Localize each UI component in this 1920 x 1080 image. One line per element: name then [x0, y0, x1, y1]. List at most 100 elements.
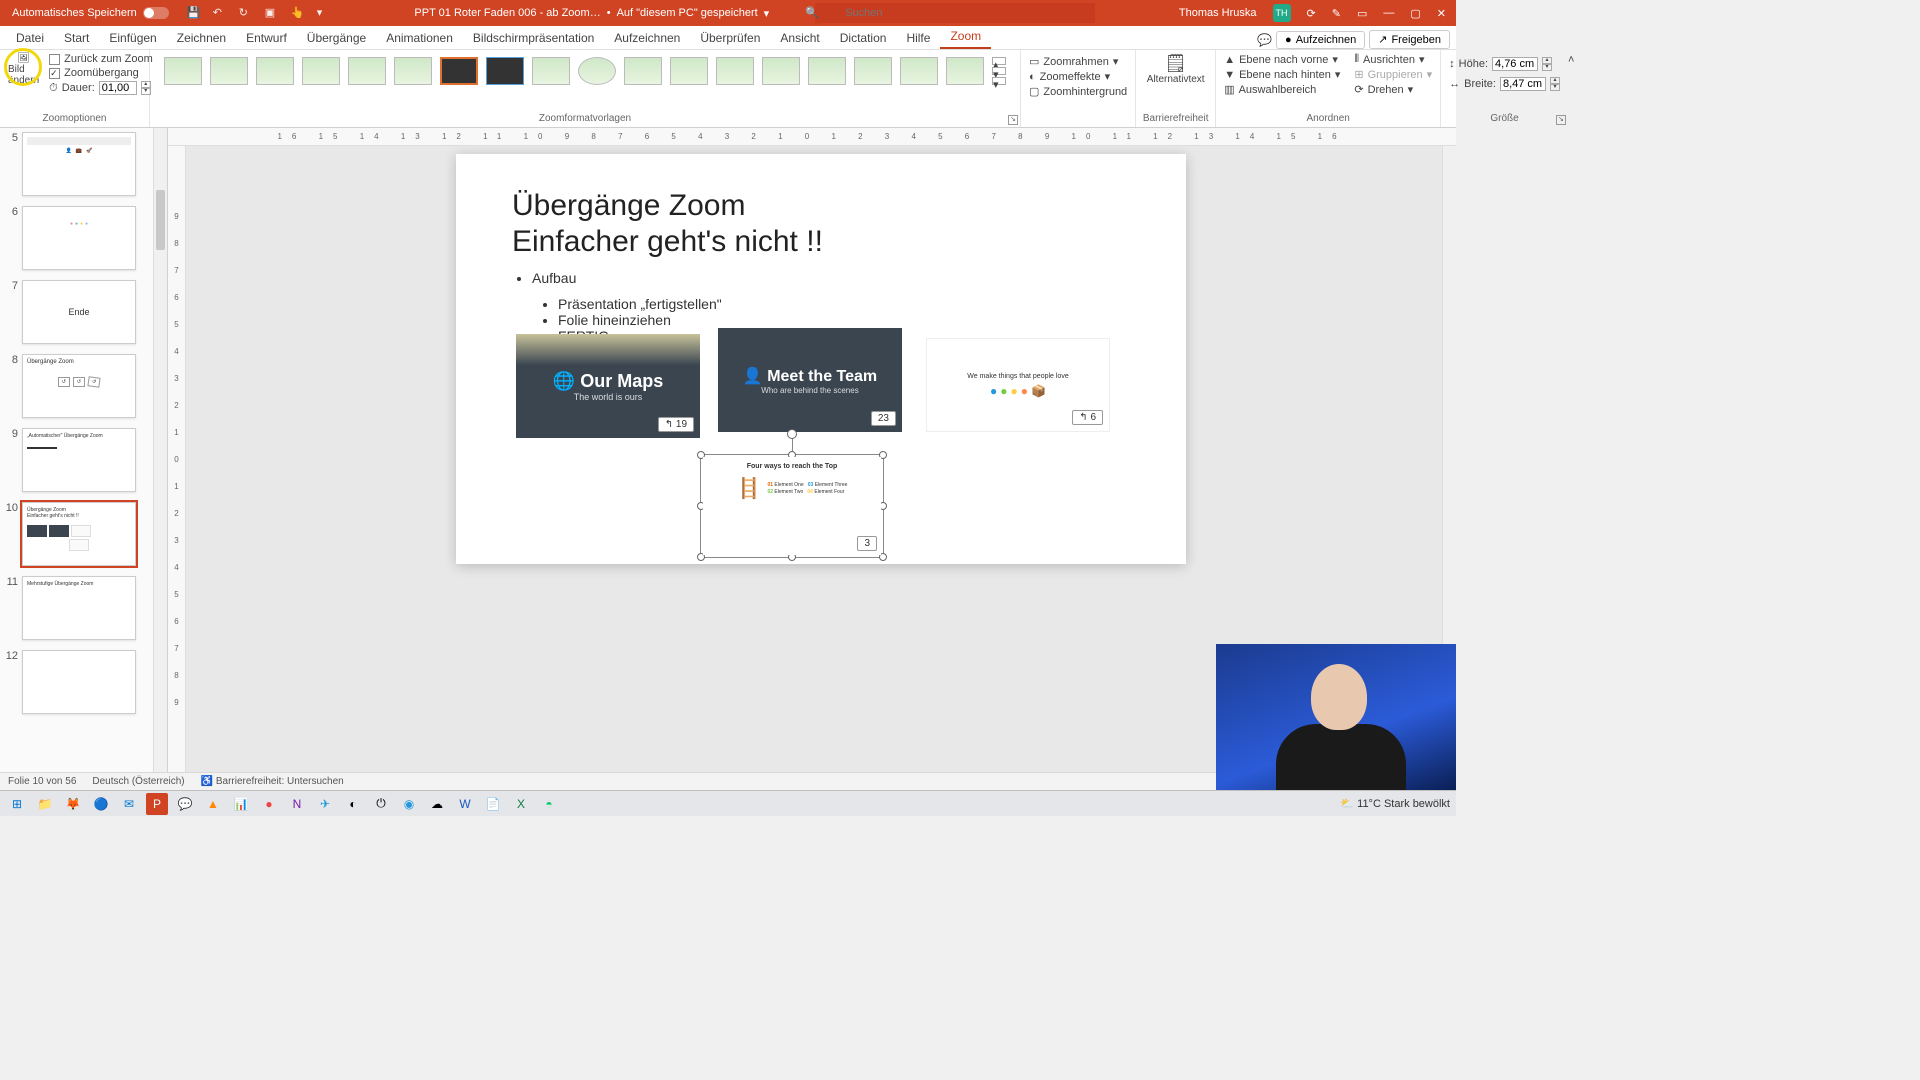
share-button[interactable]: ↗ Freigeben — [1369, 30, 1450, 49]
search-input[interactable] — [815, 3, 1095, 23]
tab-datei[interactable]: Datei — [6, 27, 54, 49]
telegram-icon[interactable]: ✈ — [314, 793, 336, 815]
slide-thumb-9[interactable]: „Automatischer" Übergänge Zoom — [22, 428, 136, 492]
chrome-icon[interactable]: 🔵 — [90, 793, 112, 815]
slide-thumb-10[interactable]: Übergänge ZoomEinfacher geht's nicht !! — [22, 502, 136, 566]
window-layout-icon[interactable]: ▭ — [1357, 7, 1367, 20]
accessibility-check[interactable]: ♿ Barrierefreiheit: Untersuchen — [201, 776, 344, 787]
outlook-icon[interactable]: ✉ — [118, 793, 140, 815]
dialog-launcher-icon[interactable]: ↘ — [1008, 115, 1018, 125]
zoom-style-16[interactable] — [854, 57, 892, 85]
slide-thumb-6[interactable]: ●●●● — [22, 206, 136, 270]
start-button[interactable]: ⊞ — [6, 793, 28, 815]
undo-icon[interactable]: ↶ — [213, 6, 227, 20]
tab-einfuegen[interactable]: Einfügen — [99, 27, 166, 49]
collapse-ribbon-button[interactable]: ˄ — [1568, 50, 1574, 127]
tab-aufzeichnen[interactable]: Aufzeichnen — [604, 27, 690, 49]
tab-entwurf[interactable]: Entwurf — [236, 27, 297, 49]
slide-thumb-12[interactable] — [22, 650, 136, 714]
tab-ansicht[interactable]: Ansicht — [770, 27, 829, 49]
word-icon[interactable]: W — [454, 793, 476, 815]
zoom-object-things[interactable]: We make things that people love ●●●●📦 ↰ … — [926, 338, 1110, 432]
bring-forward-button[interactable]: ▲ Ebene nach vorne ▾ — [1224, 53, 1340, 66]
zoom-style-14[interactable] — [762, 57, 800, 85]
zoom-style-13[interactable] — [716, 57, 754, 85]
zoom-object-team[interactable]: 👤 Meet the Team Who are behind the scene… — [718, 328, 902, 432]
zoom-style-11[interactable] — [624, 57, 662, 85]
maximize-icon[interactable]: ▢ — [1410, 7, 1420, 20]
zoom-style-10[interactable] — [578, 57, 616, 85]
align-button[interactable]: ⫴ Ausrichten ▾ — [1354, 53, 1432, 66]
comments-icon[interactable]: 💬 — [1257, 33, 1272, 47]
zoom-style-18[interactable] — [946, 57, 984, 85]
vlc-icon[interactable]: ▲ — [202, 793, 224, 815]
saved-location[interactable]: Auf "diesem PC" gespeichert — [617, 7, 758, 19]
gallery-more-button[interactable]: ▴▾▾ — [992, 57, 1006, 85]
onenote-icon[interactable]: N — [286, 793, 308, 815]
language-indicator[interactable]: Deutsch (Österreich) — [92, 776, 184, 787]
tab-dictation[interactable]: Dictation — [830, 27, 897, 49]
chevron-down-icon[interactable]: ▾ — [764, 7, 770, 20]
app-icon-3[interactable]: ● — [258, 793, 280, 815]
height-field[interactable]: ↕ Höhe: ▴▾ — [1449, 57, 1560, 71]
autosave-toggle[interactable]: Automatisches Speichern — [12, 7, 169, 19]
zoom-style-gallery[interactable]: ▴▾▾ — [158, 53, 1012, 89]
tab-start[interactable]: Start — [54, 27, 99, 49]
save-icon[interactable]: 💾 — [187, 6, 201, 20]
user-name[interactable]: Thomas Hruska — [1179, 7, 1257, 19]
tab-ueberpruefen[interactable]: Überprüfen — [690, 27, 770, 49]
app-icon-5[interactable]: ⏻ — [370, 793, 392, 815]
explorer-icon[interactable]: 📁 — [34, 793, 56, 815]
alt-text-button[interactable]: 🗒 Alternativtext — [1147, 53, 1205, 85]
zoom-style-3[interactable] — [256, 57, 294, 85]
app-icon-7[interactable]: ☁ — [426, 793, 448, 815]
app-icon-4[interactable]: ◐ — [342, 793, 364, 815]
zoom-style-6[interactable] — [394, 57, 432, 85]
zoom-transition-checkbox[interactable]: Zoomübergang — [49, 67, 153, 79]
app-icon-8[interactable]: 📄 — [482, 793, 504, 815]
zoom-style-5[interactable] — [348, 57, 386, 85]
return-to-zoom-checkbox[interactable]: Zurück zum Zoom — [49, 53, 153, 65]
edge-icon[interactable]: ◓ — [538, 793, 560, 815]
zoom-effects-button[interactable]: ◐ Zoomeffekte ▾ — [1029, 70, 1127, 83]
app-icon[interactable]: 💬 — [174, 793, 196, 815]
app-icon-6[interactable]: ◉ — [398, 793, 420, 815]
close-icon[interactable]: ✕ — [1437, 7, 1446, 20]
weather-widget[interactable]: ⛅ 11°C Stark bewölkt — [1340, 797, 1450, 810]
width-field[interactable]: ↔ Breite: ▴▾ — [1449, 77, 1560, 91]
tab-uebergaenge[interactable]: Übergänge — [297, 27, 376, 49]
app-icon-2[interactable]: 📊 — [230, 793, 252, 815]
rotate-handle[interactable] — [787, 429, 797, 439]
coming-soon-icon[interactable]: ✎ — [1332, 7, 1341, 20]
slide-thumb-8[interactable]: Übergänge Zoom↺↺↺ — [22, 354, 136, 418]
zoom-style-7[interactable] — [440, 57, 478, 85]
zoom-style-15[interactable] — [808, 57, 846, 85]
record-button[interactable]: ● Aufzeichnen — [1276, 31, 1365, 49]
tab-hilfe[interactable]: Hilfe — [896, 27, 940, 49]
zoom-frame-button[interactable]: ▭ Zoomrahmen ▾ — [1029, 55, 1127, 68]
zoom-style-2[interactable] — [210, 57, 248, 85]
redo-icon[interactable]: ↻ — [239, 6, 253, 20]
rotate-button[interactable]: ⟳ Drehen ▾ — [1354, 83, 1432, 96]
change-image-button[interactable]: 🖼 Bild ändern — [8, 53, 39, 86]
slide-thumb-7[interactable]: Ende — [22, 280, 136, 344]
zoom-style-1[interactable] — [164, 57, 202, 85]
present-icon[interactable]: ▣ — [265, 6, 279, 20]
send-backward-button[interactable]: ▼ Ebene nach hinten ▾ — [1224, 68, 1340, 81]
user-avatar[interactable]: TH — [1273, 4, 1291, 22]
duration-input[interactable] — [99, 81, 137, 95]
selected-zoom-object[interactable]: Four ways to reach the Top 🪜 01 Element … — [700, 454, 884, 558]
zoom-style-12[interactable] — [670, 57, 708, 85]
zoom-object-maps[interactable]: 🌐 Our Maps The world is ours ↰ 19 — [516, 334, 700, 438]
zoom-style-8[interactable] — [486, 57, 524, 85]
zoom-style-4[interactable] — [302, 57, 340, 85]
tab-bildschirm[interactable]: Bildschirmpräsentation — [463, 27, 604, 49]
zoom-background-button[interactable]: ▢ Zoomhintergrund — [1029, 85, 1127, 98]
duration-field[interactable]: ⏱Dauer: ▴▾ — [49, 81, 153, 95]
firefox-icon[interactable]: 🦊 — [62, 793, 84, 815]
powerpoint-icon[interactable]: P — [146, 793, 168, 815]
zoom-style-9[interactable] — [532, 57, 570, 85]
excel-icon[interactable]: X — [510, 793, 532, 815]
selection-pane-button[interactable]: ▥ Auswahlbereich — [1224, 83, 1340, 96]
dialog-launcher-size-icon[interactable]: ↘ — [1556, 115, 1566, 125]
